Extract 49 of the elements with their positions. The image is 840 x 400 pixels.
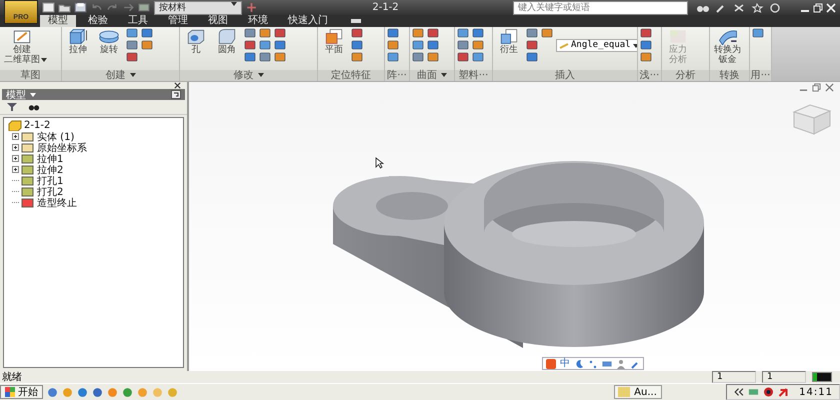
ribbon-button[interactable]: 创建 二维草图 (2, 28, 48, 65)
tree-item[interactable]: 打孔2 (37, 184, 64, 198)
panel-title[interactable]: 插入 (493, 70, 637, 81)
input-method-toolbar[interactable]: 中 (542, 357, 644, 370)
ribbon-button[interactable]: 圆角 (213, 28, 241, 55)
ribbon-button[interactable]: 孔 (182, 28, 210, 55)
panel-title[interactable]: 创建 (62, 70, 179, 81)
tree-item[interactable]: 打孔1 (37, 174, 64, 188)
ribbon-button[interactable]: 拉伸 (64, 28, 92, 55)
panel-title[interactable]: 阵··· (385, 70, 409, 81)
ribbon-button[interactable]: 衍生 (495, 28, 523, 55)
ribbon-tab[interactable]: 视图 (200, 15, 236, 27)
parameter-dropdown[interactable]: Angle_equal (556, 39, 637, 52)
panel-title[interactable]: 用··· (750, 70, 771, 81)
start-button[interactable]: 开始 (0, 385, 43, 399)
ribbon-tab[interactable]: 检验 (80, 15, 116, 27)
search-field[interactable]: 键入关键字或短语 (513, 0, 688, 14)
status-field: 1 (712, 371, 756, 383)
status-text: 就绪 (2, 370, 22, 384)
panel-title[interactable]: 分析 (662, 70, 709, 81)
panel-title[interactable]: 曲面 (410, 70, 454, 81)
ribbon-tab[interactable]: 管理 (160, 15, 196, 27)
panel-title[interactable]: 浅··· (638, 70, 661, 81)
browser-title[interactable]: 模型 (6, 88, 26, 102)
browser-header[interactable]: 模型 (2, 89, 185, 100)
ribbon-button[interactable]: 旋转 (95, 28, 123, 55)
panel-title[interactable]: 转换 (710, 70, 749, 81)
panel-title[interactable]: 定位特征 (318, 70, 384, 81)
ribbon-button[interactable]: 平面 (320, 28, 348, 55)
taskbar-button[interactable]: Au... (614, 385, 662, 399)
tree-item[interactable]: 实体 (1) (37, 130, 74, 144)
tree-item[interactable]: 原始坐标系 (37, 140, 87, 154)
ribbon-button[interactable]: 转换为 钣金 (712, 28, 743, 65)
panel-title[interactable]: 修改 (180, 70, 317, 81)
ribbon-tab[interactable]: 模型 (40, 15, 76, 27)
material-dropdown[interactable]: 按材料 (154, 0, 242, 14)
panel-title[interactable]: 草图 (0, 70, 61, 81)
ribbon-tab[interactable]: 工具 (120, 15, 156, 27)
tree-item[interactable]: 2-1-2 (24, 120, 50, 131)
input-mode-toggle[interactable]: 中 (560, 358, 570, 369)
status-field: 1 (762, 371, 806, 383)
tree-item[interactable]: 造型终止 (37, 196, 77, 210)
panel-title[interactable]: 塑料··· (455, 70, 492, 81)
ribbon-tab[interactable]: 环境 (240, 15, 276, 27)
tree-item[interactable]: 拉伸2 (37, 162, 64, 176)
clock: 14:11 (799, 386, 833, 398)
tree-item[interactable]: 拉伸1 (37, 152, 64, 166)
window-title: 2-1-2 (371, 2, 400, 13)
ribbon-tab[interactable]: 快速入门 (280, 15, 336, 27)
